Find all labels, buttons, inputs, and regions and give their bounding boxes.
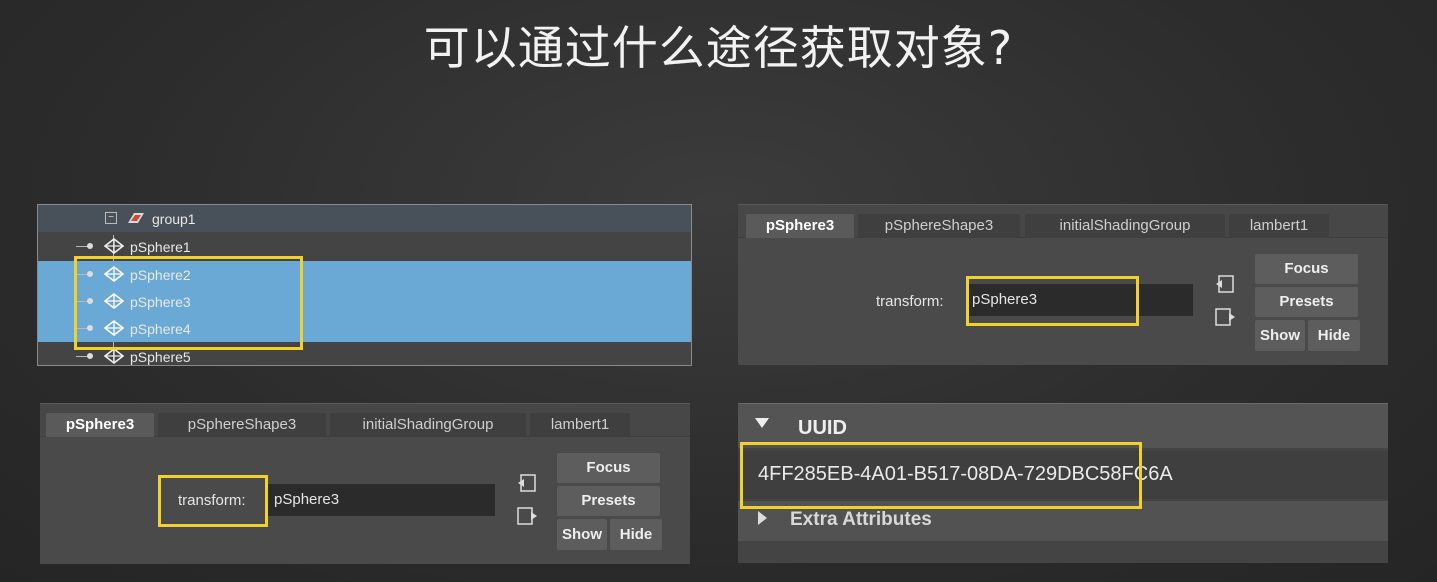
focus-button[interactable]: Focus xyxy=(557,453,660,483)
mesh-icon xyxy=(104,348,124,364)
hide-button[interactable]: Hide xyxy=(1308,320,1360,351)
highlight-box-transform-label xyxy=(158,475,268,527)
expanded-triangle-icon[interactable] xyxy=(755,418,769,428)
tab-psphere3[interactable]: pSphere3 xyxy=(46,413,154,437)
outliner-label-psphere5: pSphere5 xyxy=(130,349,191,365)
presets-button[interactable]: Presets xyxy=(1255,287,1358,317)
transform-label: transform: xyxy=(876,293,944,310)
page-title: 可以通过什么途径获取对象? xyxy=(423,21,1014,75)
outliner-label-psphere1: pSphere1 xyxy=(130,239,191,255)
focus-button[interactable]: Focus xyxy=(1255,254,1358,284)
editor-body: transform: pSphere3 Focus Presets Show H… xyxy=(40,437,690,564)
mesh-icon xyxy=(104,238,124,254)
tab-initialshadinggroup[interactable]: initialShadingGroup xyxy=(1025,214,1225,238)
highlight-box-outliner-selection xyxy=(74,256,303,350)
attribute-editor-bottom: pSphere3 pSphereShape3 initialShadingGro… xyxy=(40,403,690,564)
tab-psphereshape3[interactable]: pSphereShape3 xyxy=(858,214,1020,238)
highlight-box-uuid xyxy=(740,442,1142,509)
tab-psphere3[interactable]: pSphere3 xyxy=(746,214,854,238)
presets-button[interactable]: Presets xyxy=(557,486,660,516)
select-output-icon[interactable] xyxy=(516,506,538,526)
show-button[interactable]: Show xyxy=(1255,320,1305,351)
show-button[interactable]: Show xyxy=(557,519,607,550)
outliner-row-group1[interactable]: − group1 xyxy=(38,205,691,232)
select-input-icon[interactable] xyxy=(1214,274,1236,294)
collapse-icon[interactable]: − xyxy=(105,212,117,224)
select-input-icon[interactable] xyxy=(516,473,538,493)
select-output-icon[interactable] xyxy=(1214,307,1236,327)
transform-name-field[interactable]: pSphere3 xyxy=(268,484,495,516)
outliner-label-group1: group1 xyxy=(152,211,196,227)
tab-bar: pSphere3 pSphereShape3 initialShadingGro… xyxy=(40,404,690,437)
hide-button[interactable]: Hide xyxy=(610,519,662,550)
tree-node-dot-icon xyxy=(87,243,93,249)
tree-node-dot-icon xyxy=(87,353,93,359)
uuid-header-label: UUID xyxy=(798,417,847,439)
extra-attributes-label: Extra Attributes xyxy=(790,509,932,530)
group-transform-icon xyxy=(128,213,144,223)
tab-psphereshape3[interactable]: pSphereShape3 xyxy=(158,413,326,437)
tab-bar: pSphere3 pSphereShape3 initialShadingGro… xyxy=(738,205,1388,238)
tab-lambert1[interactable]: lambert1 xyxy=(530,413,630,437)
tab-initialshadinggroup[interactable]: initialShadingGroup xyxy=(330,413,526,437)
highlight-box-transform-value xyxy=(966,276,1139,326)
tab-lambert1[interactable]: lambert1 xyxy=(1229,214,1329,238)
collapsed-triangle-icon[interactable] xyxy=(758,511,767,525)
